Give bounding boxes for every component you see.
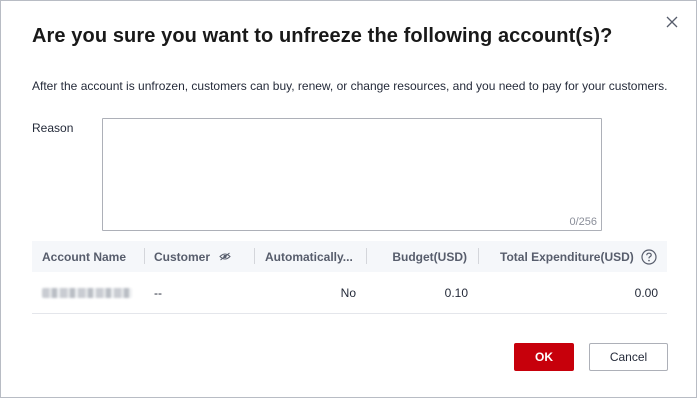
col-budget: Budget(USD) [392,249,467,264]
customer-cell: -- [154,286,162,300]
table-header: Account Name Customer Automatically... B… [32,241,667,272]
automatically-cell: No [340,286,356,300]
ok-button[interactable]: OK [514,343,574,371]
column-divider [254,248,255,264]
table-row: -- No 0.10 0.00 [32,272,667,314]
close-button[interactable] [663,13,681,31]
close-icon [666,16,678,28]
help-icon[interactable] [641,248,657,265]
col-account-name: Account Name [42,249,127,264]
cancel-button[interactable]: Cancel [589,343,668,371]
col-customer-label: Customer [154,249,211,264]
reason-field: 0/256 [102,118,602,231]
reason-input[interactable] [103,119,601,230]
column-divider [478,248,479,264]
accounts-table: Account Name Customer Automatically... B… [32,241,667,314]
budget-cell: 0.10 [444,286,468,300]
column-divider [144,248,145,264]
dialog-description: After the account is unfrozen, customers… [32,79,668,93]
reason-label: Reason [32,121,74,135]
col-customer: Customer [154,241,231,272]
col-automatically: Automatically... [265,249,353,264]
account-name-redacted [42,288,132,298]
reason-char-counter: 0/256 [569,216,597,228]
eye-hidden-icon[interactable] [219,252,231,261]
col-total-expenditure-label: Total Expenditure(USD) [500,249,634,264]
col-total-expenditure: Total Expenditure(USD) [500,241,657,272]
unfreeze-dialog: Are you sure you want to unfreeze the fo… [0,0,697,398]
total-expenditure-cell: 0.00 [634,286,658,300]
account-name-cell [42,272,132,314]
dialog-title: Are you sure you want to unfreeze the fo… [32,25,613,47]
